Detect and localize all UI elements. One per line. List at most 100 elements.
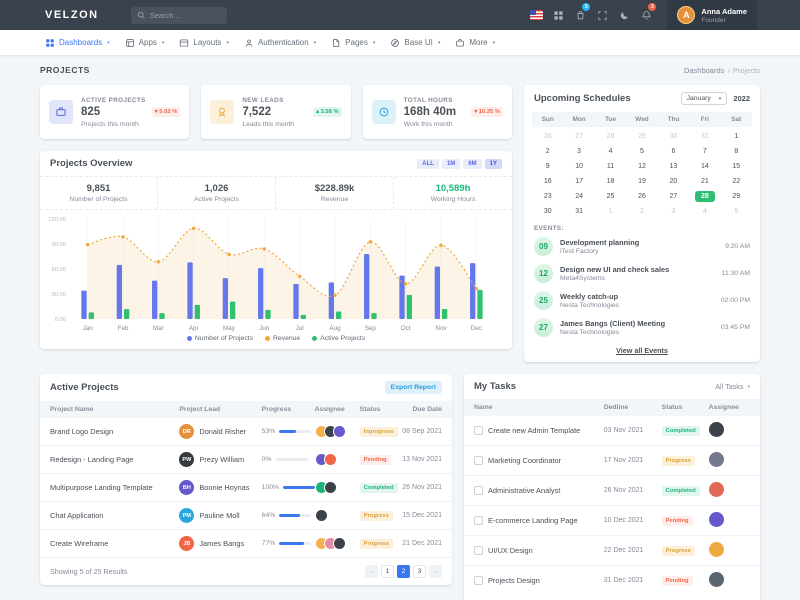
task-checkbox[interactable] [474, 576, 483, 585]
legend-item-active-projects[interactable]: Active Projects [312, 335, 365, 342]
task-checkbox[interactable] [474, 456, 483, 465]
fullscreen-button[interactable] [594, 0, 610, 30]
nav-item-more[interactable]: More▾ [455, 38, 495, 48]
table-row[interactable]: E-commerce Landing Page 10 Dec 2021 Pend… [464, 505, 760, 535]
calendar-day[interactable]: 20 [658, 174, 689, 189]
legend-item-number-of-projects[interactable]: Number of Projects [187, 335, 253, 342]
calendar-day[interactable]: 26 [532, 129, 563, 144]
calendar-day[interactable]: 27 [563, 129, 594, 144]
table-row[interactable]: Create new Admin Template 03 Nov 2021 Co… [464, 416, 760, 445]
calendar-day[interactable]: 17 [563, 174, 594, 189]
table-row[interactable]: Brand Logo Design DRDonald Risher 53% In… [40, 418, 452, 445]
apps-grid-button[interactable] [550, 0, 566, 30]
calendar-day[interactable]: 3 [563, 144, 594, 159]
calendar-day[interactable]: 29 [721, 189, 752, 204]
calendar-day[interactable]: 9 [532, 159, 563, 174]
table-row[interactable]: UI/UX Design 22 Dec 2021 Progress [464, 535, 760, 565]
nav-item-layouts[interactable]: Layouts▾ [179, 38, 229, 48]
table-row[interactable]: Projects Design 31 Dec 2021 Pending [464, 565, 760, 595]
breadcrumb-dashboards[interactable]: Dashboards [684, 66, 724, 75]
calendar-day[interactable]: 10 [563, 159, 594, 174]
calendar-day[interactable]: 8 [721, 144, 752, 159]
calendar-day[interactable]: 7 [689, 144, 720, 159]
calendar-day[interactable]: 5 [721, 204, 752, 219]
table-row[interactable]: Chat Application PMPauline Moll 64% Prog… [40, 501, 452, 529]
task-checkbox[interactable] [474, 426, 483, 435]
calendar-day[interactable]: 15 [721, 159, 752, 174]
range-button-1y[interactable]: 1Y [485, 159, 502, 169]
calendar-day[interactable]: 28 [595, 129, 626, 144]
calendar-day[interactable]: 4 [595, 144, 626, 159]
load-more-link[interactable]: Load More [464, 595, 760, 600]
range-button-all[interactable]: ALL [417, 159, 439, 169]
event-item[interactable]: 09 Development planning iTest Factory 9:… [524, 233, 760, 260]
task-checkbox[interactable] [474, 516, 483, 525]
event-item[interactable]: 25 Weekly catch-up Nesta Technologies 02… [524, 287, 760, 314]
nav-item-authentication[interactable]: Authentication▾ [244, 38, 316, 48]
calendar-day[interactable]: 1 [721, 129, 752, 144]
calendar-day[interactable]: 30 [532, 204, 563, 219]
calendar-day[interactable]: 2 [626, 204, 657, 219]
table-row[interactable]: Redesign - Landing Page PWPrezy William … [40, 445, 452, 473]
calendar-day[interactable]: 26 [626, 189, 657, 204]
export-report-button[interactable]: Export Report [385, 381, 442, 394]
calendar-day[interactable]: 21 [689, 174, 720, 189]
calendar-day[interactable]: 25 [595, 189, 626, 204]
avatar [324, 481, 337, 494]
user-menu[interactable]: A Anna Adame Founder [667, 0, 757, 30]
calendar-day[interactable]: 1 [595, 204, 626, 219]
svg-text:Nov: Nov [435, 325, 447, 332]
calendar-day[interactable]: 31 [689, 129, 720, 144]
page-button-1[interactable]: 1 [381, 565, 394, 578]
page-arrow-button[interactable]: → [429, 565, 442, 578]
calendar-day[interactable]: 6 [658, 144, 689, 159]
task-checkbox[interactable] [474, 486, 483, 495]
calendar-day[interactable]: 23 [532, 189, 563, 204]
calendar-day-selected[interactable]: 28 [689, 189, 720, 204]
calendar-day[interactable]: 5 [626, 144, 657, 159]
stat-subtext: Leads this month [242, 121, 341, 128]
calendar-day[interactable]: 31 [563, 204, 594, 219]
calendar-day[interactable]: 16 [532, 174, 563, 189]
event-item[interactable]: 12 Design new UI and check sales Meta4Sy… [524, 260, 760, 287]
calendar-day[interactable]: 29 [626, 129, 657, 144]
calendar-day[interactable]: 11 [595, 159, 626, 174]
calendar-day[interactable]: 24 [563, 189, 594, 204]
calendar-day[interactable]: 18 [595, 174, 626, 189]
view-all-events-link[interactable]: View all Events [524, 341, 760, 362]
calendar-day[interactable]: 3 [658, 204, 689, 219]
calendar-day[interactable]: 27 [658, 189, 689, 204]
page-button-2[interactable]: 2 [397, 565, 410, 578]
calendar-day[interactable]: 12 [626, 159, 657, 174]
app-logo[interactable]: VELZON [45, 9, 99, 21]
notifications-button[interactable]: 3 [638, 0, 654, 30]
cart-button[interactable]: 5 [572, 0, 588, 30]
dark-mode-button[interactable] [616, 0, 632, 30]
legend-item-revenue[interactable]: Revenue [265, 335, 300, 342]
tasks-filter[interactable]: All Tasks▾ [715, 382, 750, 391]
table-row[interactable]: Marketing Coordinator 17 Nov 2021 Progre… [464, 445, 760, 475]
page-button-3[interactable]: 3 [413, 565, 426, 578]
calendar-day[interactable]: 2 [532, 144, 563, 159]
table-row[interactable]: Multipurpose Landing Template BHBoonie H… [40, 473, 452, 501]
calendar-day[interactable]: 14 [689, 159, 720, 174]
calendar-day[interactable]: 19 [626, 174, 657, 189]
nav-item-apps[interactable]: Apps▾ [125, 38, 165, 48]
range-button-6m[interactable]: 6M [463, 159, 481, 169]
calendar-day[interactable]: 30 [658, 129, 689, 144]
calendar-day[interactable]: 13 [658, 159, 689, 174]
month-select[interactable]: January▾ [681, 92, 728, 105]
nav-item-pages[interactable]: Pages▾ [331, 38, 375, 48]
calendar-day[interactable]: 22 [721, 174, 752, 189]
event-item[interactable]: 27 James Bangs (Client) Meeting Nesta Te… [524, 314, 760, 341]
search-input[interactable] [150, 11, 220, 20]
table-row[interactable]: Administrative Analyst 26 Nov 2021 Compl… [464, 475, 760, 505]
page-arrow-button[interactable]: ← [365, 565, 378, 578]
language-flag-button[interactable] [528, 0, 544, 30]
nav-item-dashboards[interactable]: Dashboards▾ [45, 38, 110, 48]
table-row[interactable]: Create Wireframe JBJames Bangs 77% Progr… [40, 529, 452, 557]
range-button-1m[interactable]: 1M [442, 159, 460, 169]
task-checkbox[interactable] [474, 546, 483, 555]
calendar-day[interactable]: 4 [689, 204, 720, 219]
nav-item-base-ui[interactable]: Base UI▾ [390, 38, 440, 48]
